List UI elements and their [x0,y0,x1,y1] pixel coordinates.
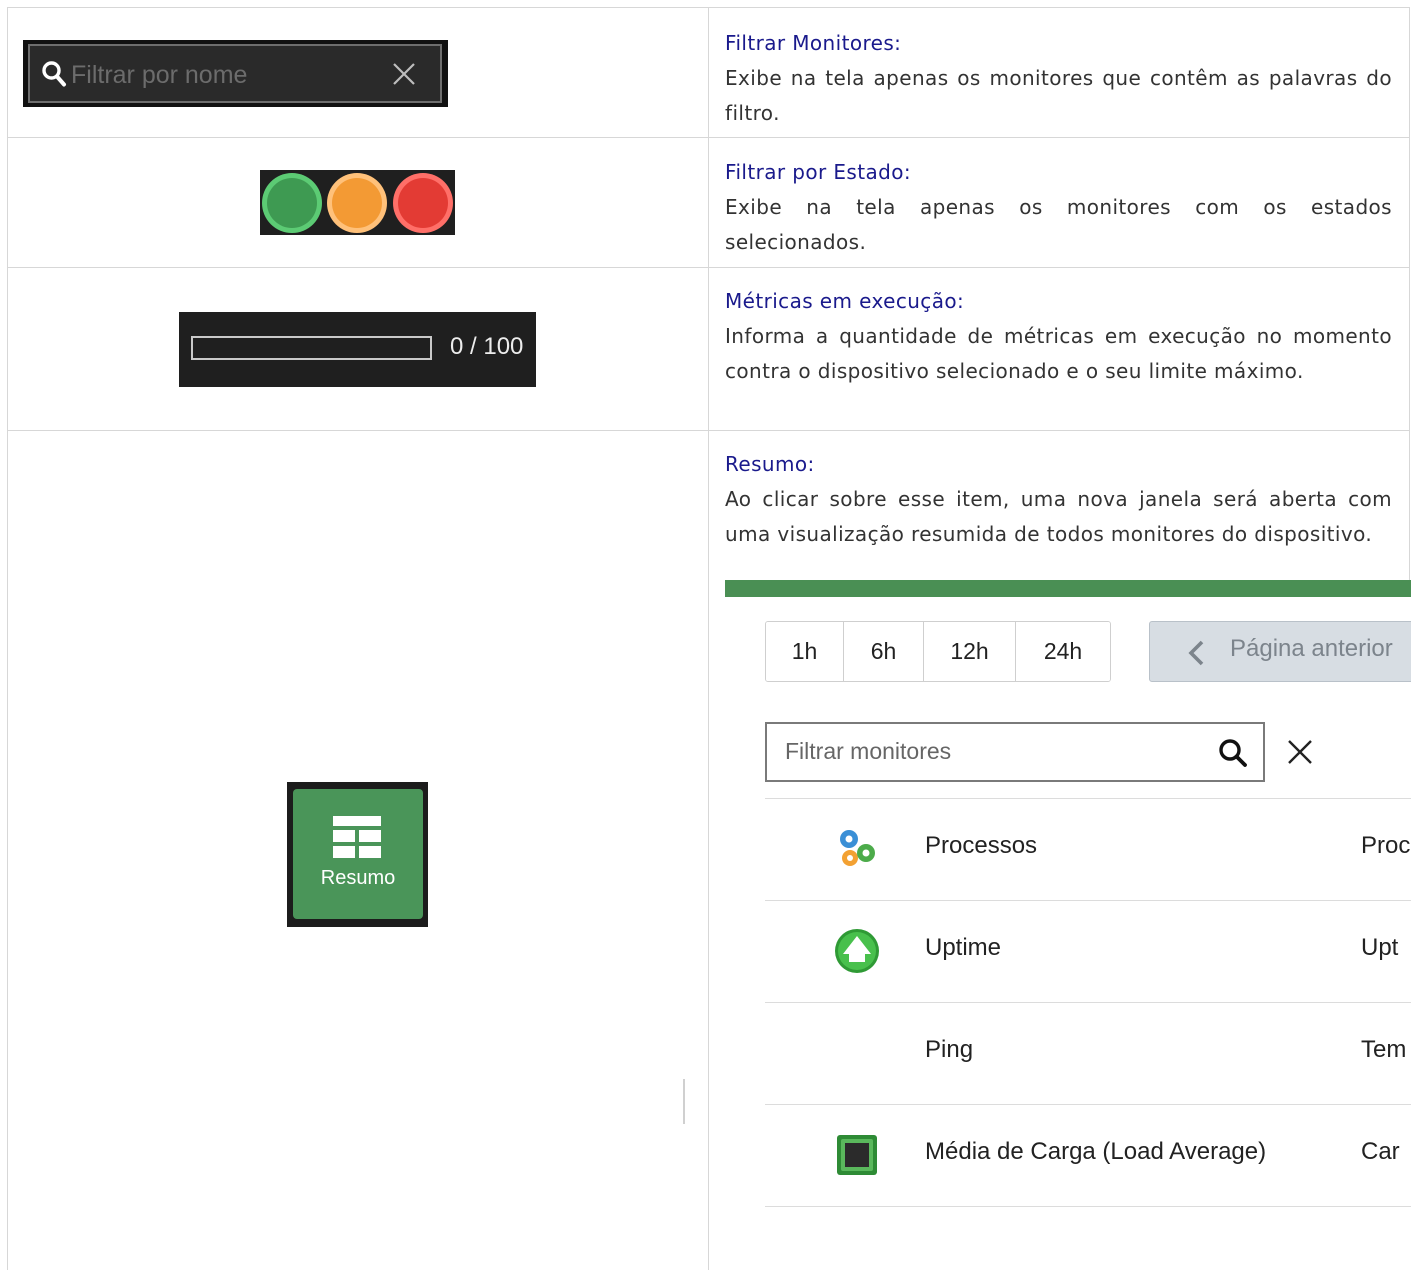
monitor-name: Média de Carga (Load Average) [925,1138,1267,1165]
metrics-count: 0 / 100 [450,333,524,360]
resumo-button[interactable]: Resumo [293,789,423,919]
monitor-type: Proc [1361,832,1411,859]
search-icon[interactable] [1217,737,1249,769]
name-filter-preview: Filtrar por nome [23,40,448,107]
time-range-1h[interactable]: 1h [766,622,844,681]
monitor-filter-input[interactable]: Filtrar monitores [765,722,1265,782]
filter-monitors-description: Exibe na tela apenas os monitores que co… [725,66,1392,125]
table-border-right [1409,7,1410,581]
time-range-12h[interactable]: 12h [924,622,1016,681]
gears-icon [840,830,875,866]
filter-monitors-title: Filtrar Monitores: [725,31,902,55]
search-icon [42,61,66,87]
filter-monitors-cell: Filtrar Monitores: Exibe na tela apenas … [725,31,1392,131]
running-metrics-preview: 0 / 100 [179,312,536,387]
monitor-name: Ping [925,1036,974,1063]
summary-window-preview: 1h 6h 12h 24h Página anterior Filtrar mo… [725,580,1411,1270]
filter-state-cell: Filtrar por Estado: Exibe na tela apenas… [725,160,1392,260]
monitor-type: Upt [1361,934,1399,961]
resumo-description: Ao clicar sobre esse item, uma nova jane… [725,487,1392,546]
name-filter-input[interactable]: Filtrar por nome [28,44,442,103]
state-warning-toggle[interactable] [327,173,387,233]
summary-window-header [725,580,1411,597]
monitor-row[interactable]: Uptime Upt [765,900,1411,1002]
resumo-button-label: Resumo [320,867,396,889]
clear-icon[interactable] [391,61,417,87]
state-filter-preview [260,170,455,235]
resumo-preview: Resumo [287,782,428,927]
name-filter-placeholder: Filtrar por nome [71,61,248,89]
time-range-6h[interactable]: 6h [844,622,924,681]
monitor-name: Processos [925,832,1038,859]
filter-state-description: Exibe na tela apenas os monitores com os… [725,195,1392,254]
monitor-row[interactable]: Processos Proc [765,798,1411,900]
monitor-row[interactable]: Ping Tem [765,1002,1411,1104]
monitor-type: Car [1361,1138,1400,1165]
scrollbar-edge [683,1079,685,1124]
previous-page-label: Página anterior [1230,635,1393,662]
monitor-list-end [765,1206,1411,1207]
table-border-left [7,7,8,1270]
state-ok-toggle[interactable] [262,173,322,233]
resumo-cell: Resumo: Ao clicar sobre esse item, uma n… [725,452,1392,552]
clear-filter-icon[interactable] [1285,737,1315,767]
previous-page-button[interactable]: Página anterior [1149,621,1411,682]
resumo-title: Resumo: [725,452,815,476]
monitor-name: Uptime [925,934,1002,961]
monitor-row[interactable]: Média de Carga (Load Average) Car [765,1104,1411,1206]
monitor-filter-placeholder: Filtrar monitores [785,738,952,764]
monitor-list: Processos Proc Uptime Upt Ping Tem Média… [765,798,1411,1207]
column-divider [708,7,709,1270]
chevron-left-icon [1188,640,1204,666]
state-critical-toggle[interactable] [393,173,453,233]
monitor-type: Tem [1361,1036,1407,1063]
time-range-selector: 1h 6h 12h 24h [765,621,1111,682]
table-icon [333,816,381,858]
running-metrics-cell: Métricas em execução: Informa a quantida… [725,289,1392,389]
running-metrics-title: Métricas em execução: [725,289,965,313]
filter-state-title: Filtrar por Estado: [725,160,911,184]
running-metrics-description: Informa a quantidade de métricas em exec… [725,324,1392,383]
metrics-progress-bar [191,336,432,360]
uptime-arrow-icon [835,929,879,973]
chip-icon [837,1135,877,1175]
time-range-24h[interactable]: 24h [1016,622,1110,681]
